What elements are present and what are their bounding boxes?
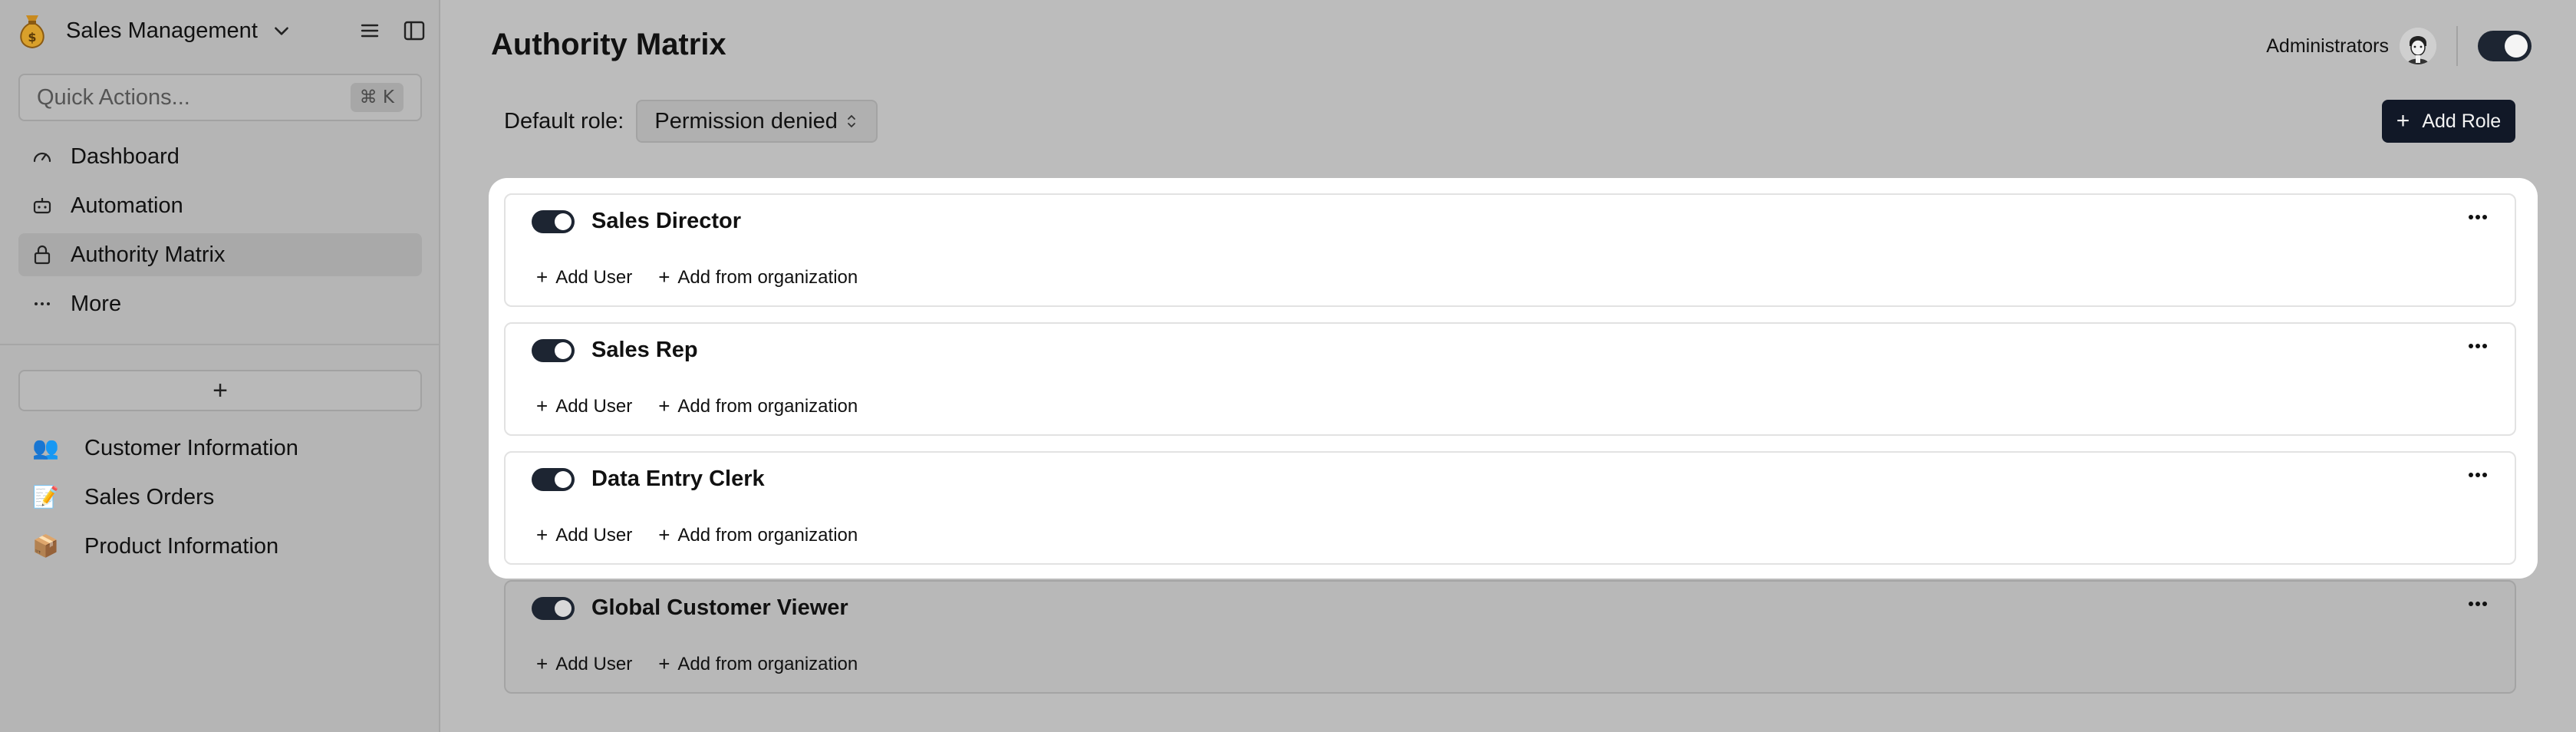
role-name: Global Customer Viewer — [591, 595, 848, 620]
default-role-select[interactable]: Permission denied — [636, 100, 878, 143]
role-enabled-toggle[interactable] — [532, 468, 575, 491]
svg-text:$: $ — [28, 30, 36, 45]
sidebar-item-dashboard[interactable]: Dashboard — [18, 135, 422, 178]
table-item-label: Sales Orders — [84, 484, 215, 509]
add-from-organization-label: Add from organization — [677, 524, 858, 546]
app-switcher[interactable]: $ Sales Management — [15, 11, 427, 51]
chevron-down-icon — [274, 27, 288, 35]
plus-icon: + — [536, 523, 548, 546]
role-card-data-entry-clerk: Data Entry Clerk + Add User + Add from org… — [504, 451, 2516, 565]
plus-icon: + — [658, 394, 670, 417]
plus-icon: + — [536, 265, 548, 289]
gauge-icon — [33, 152, 51, 163]
add-from-organization-button[interactable]: + Add from organization — [658, 265, 858, 289]
robot-icon — [33, 198, 51, 214]
add-from-organization-button[interactable]: + Add from organization — [658, 394, 858, 418]
role-actions: + Add User + Add from organization — [536, 265, 858, 289]
more-options-icon[interactable] — [2462, 206, 2493, 229]
header-divider — [2456, 26, 2458, 66]
people-icon: 👥 — [32, 435, 59, 460]
add-from-organization-button[interactable]: + Add from organization — [658, 523, 858, 547]
admin-mode-toggle[interactable] — [2478, 31, 2532, 61]
role-card-global-customer-viewer: Global Customer Viewer + Add User + Add fr… — [504, 580, 2516, 694]
plus-icon: + — [536, 652, 548, 675]
more-icon — [35, 302, 50, 305]
add-user-label: Add User — [555, 653, 633, 674]
shortcut-badge: ⌘ K — [350, 83, 404, 112]
table-item-sales-orders[interactable]: 📝 Sales Orders — [18, 476, 422, 519]
table-item-product-information[interactable]: 📦 Product Information — [18, 525, 422, 568]
role-name: Data Entry Clerk — [591, 467, 765, 491]
role-name: Sales Rep — [591, 338, 698, 362]
sidebar-nav: Dashboard Automation Authority Matrix Mo… — [18, 135, 422, 331]
add-from-organization-button[interactable]: + Add from organization — [658, 652, 858, 676]
sidebar-item-label: More — [71, 291, 122, 316]
page-title: Authority Matrix — [491, 28, 726, 61]
plus-icon: + — [658, 652, 670, 675]
more-options-icon[interactable] — [2462, 335, 2493, 358]
add-user-button[interactable]: + Add User — [536, 523, 632, 547]
plus-icon: + — [658, 265, 670, 289]
role-actions: + Add User + Add from organization — [536, 523, 858, 547]
lock-icon — [34, 245, 51, 265]
add-user-label: Add User — [555, 395, 633, 417]
add-user-label: Add User — [555, 266, 633, 288]
role-enabled-toggle[interactable] — [532, 210, 575, 233]
default-role-value: Permission denied — [654, 108, 838, 134]
app-title: Sales Management — [66, 18, 258, 43]
chevron-up-down-icon — [848, 114, 855, 128]
default-role-label: Default role: — [504, 108, 624, 134]
add-user-label: Add User — [555, 524, 633, 546]
role-enabled-toggle[interactable] — [532, 597, 575, 620]
sidebar-toolbar — [357, 18, 427, 43]
memo-icon: 📝 — [32, 484, 59, 509]
quick-actions-search[interactable]: Quick Actions... ⌘ K — [18, 74, 422, 121]
role-name: Sales Director — [591, 209, 742, 233]
money-bag-icon: $ — [20, 15, 44, 49]
user-avatar-icon — [2400, 28, 2436, 64]
sidebar-item-label: Authority Matrix — [71, 242, 226, 267]
role-actions: + Add User + Add from organization — [536, 652, 858, 676]
package-icon: 📦 — [32, 533, 59, 559]
add-user-button[interactable]: + Add User — [536, 394, 632, 418]
role-actions: + Add User + Add from organization — [536, 394, 858, 418]
plus-icon: + — [536, 394, 548, 417]
sidebar-item-automation[interactable]: Automation — [18, 184, 422, 227]
table-list: 👥 Customer Information 📝 Sales Orders 📦 … — [18, 427, 422, 574]
add-role-button[interactable]: + Add Role — [2382, 100, 2515, 143]
table-item-label: Product Information — [84, 533, 279, 559]
quick-actions-placeholder: Quick Actions... — [37, 84, 190, 110]
administrators-label[interactable]: Administrators — [2266, 35, 2389, 58]
add-role-label: Add Role — [2422, 110, 2502, 132]
sidebar-divider — [0, 344, 439, 345]
add-from-organization-label: Add from organization — [677, 653, 858, 674]
role-card-sales-rep: Sales Rep + Add User + Add from organizati… — [504, 322, 2516, 436]
role-enabled-toggle[interactable] — [532, 339, 575, 362]
sidebar-item-more[interactable]: More — [18, 282, 422, 325]
add-from-organization-label: Add from organization — [677, 266, 858, 288]
default-role-row: Default role: Permission denied — [504, 100, 878, 143]
add-from-organization-label: Add from organization — [677, 395, 858, 417]
sidebar-item-label: Automation — [71, 193, 183, 218]
table-item-label: Customer Information — [84, 435, 298, 460]
more-options-icon[interactable] — [2462, 592, 2493, 615]
sidebar-toggle-icon[interactable] — [402, 18, 427, 43]
plus-icon: + — [2396, 108, 2410, 134]
list-icon[interactable] — [357, 18, 382, 43]
plus-icon: + — [658, 523, 670, 546]
role-card-sales-director: Sales Director + Add User + Add from organ… — [504, 193, 2516, 307]
sidebar: $ Sales Management Quick Actions... ⌘ K — [0, 0, 440, 732]
add-user-button[interactable]: + Add User — [536, 652, 632, 676]
table-item-customer-information[interactable]: 👥 Customer Information — [18, 427, 422, 470]
add-table-button[interactable]: + — [18, 370, 422, 411]
add-user-button[interactable]: + Add User — [536, 265, 632, 289]
more-options-icon[interactable] — [2462, 463, 2493, 486]
header-right: Administrators — [2266, 26, 2532, 66]
avatar[interactable] — [2400, 28, 2436, 64]
sidebar-item-authority-matrix[interactable]: Authority Matrix — [18, 233, 422, 276]
sidebar-item-label: Dashboard — [71, 143, 180, 169]
